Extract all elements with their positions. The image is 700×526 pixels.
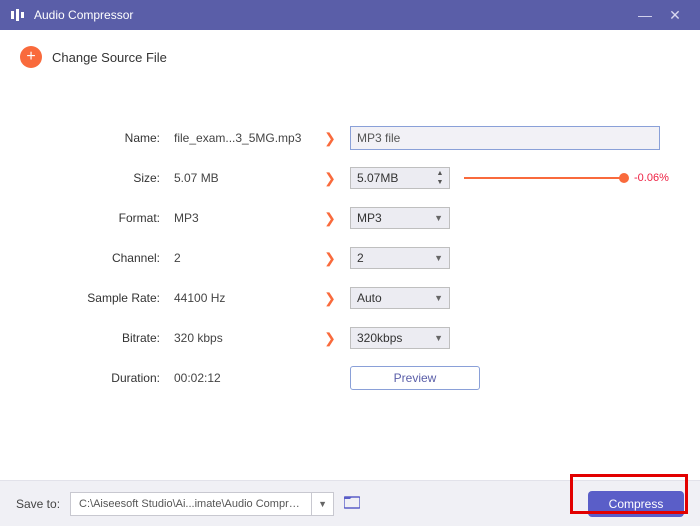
path-dropdown-button[interactable]: ▼	[311, 493, 333, 515]
bitrate-select[interactable]: 320kbps ▼	[350, 327, 450, 349]
change-source-row: + Change Source File	[0, 30, 700, 68]
channel-select[interactable]: 2 ▼	[350, 247, 450, 269]
chevron-down-icon: ▼	[434, 333, 443, 343]
row-duration: Duration: 00:02:12 Preview	[30, 358, 670, 398]
row-size: Size: 5.07 MB ❯ 5.07MB ▲ ▼ -0.06%	[30, 158, 670, 198]
label-bitrate: Bitrate:	[30, 331, 160, 345]
arrow-icon: ❯	[310, 330, 350, 347]
arrow-icon: ❯	[310, 210, 350, 227]
row-format: Format: MP3 ❯ MP3 ▼	[30, 198, 670, 238]
window-title: Audio Compressor	[34, 8, 133, 22]
label-channel: Channel:	[30, 251, 160, 265]
change-source-label[interactable]: Change Source File	[52, 50, 167, 65]
spinner-up-icon[interactable]: ▲	[433, 169, 447, 178]
value-bitrate: 320 kbps	[160, 331, 310, 345]
arrow-icon: ❯	[310, 250, 350, 267]
value-sample-rate: 44100 Hz	[160, 291, 310, 305]
arrow-icon: ❯	[310, 290, 350, 307]
title-bar: Audio Compressor — ✕	[0, 0, 700, 30]
value-duration: 00:02:12	[160, 371, 310, 385]
save-to-label: Save to:	[16, 497, 60, 511]
app-icon	[10, 7, 26, 23]
chevron-down-icon: ▼	[434, 213, 443, 223]
minimize-button[interactable]: —	[630, 7, 660, 23]
label-size: Size:	[30, 171, 160, 185]
label-duration: Duration:	[30, 371, 160, 385]
slider-thumb[interactable]	[619, 173, 629, 183]
row-sample-rate: Sample Rate: 44100 Hz ❯ Auto ▼	[30, 278, 670, 318]
row-bitrate: Bitrate: 320 kbps ❯ 320kbps ▼	[30, 318, 670, 358]
label-format: Format:	[30, 211, 160, 225]
row-name: Name: file_exam...3_5MG.mp3 ❯	[30, 118, 670, 158]
arrow-icon: ❯	[310, 170, 350, 187]
compress-button[interactable]: Compress	[588, 491, 684, 517]
format-select[interactable]: MP3 ▼	[350, 207, 450, 229]
size-slider[interactable]	[464, 177, 624, 179]
value-name: file_exam...3_5MG.mp3	[160, 131, 310, 145]
value-format: MP3	[160, 211, 310, 225]
size-spinner[interactable]: 5.07MB ▲ ▼	[350, 167, 450, 189]
form: Name: file_exam...3_5MG.mp3 ❯ Size: 5.07…	[0, 68, 700, 398]
sample-rate-select-value: Auto	[357, 291, 382, 305]
close-button[interactable]: ✕	[660, 7, 690, 24]
label-name: Name:	[30, 131, 160, 145]
chevron-down-icon: ▼	[434, 293, 443, 303]
value-channel: 2	[160, 251, 310, 265]
sample-rate-select[interactable]: Auto ▼	[350, 287, 450, 309]
arrow-icon: ❯	[310, 130, 350, 147]
value-size: 5.07 MB	[160, 171, 310, 185]
bitrate-select-value: 320kbps	[357, 331, 402, 345]
row-channel: Channel: 2 ❯ 2 ▼	[30, 238, 670, 278]
name-input[interactable]	[350, 126, 660, 150]
label-sample-rate: Sample Rate:	[30, 291, 160, 305]
spinner-down-icon[interactable]: ▼	[433, 178, 447, 187]
save-path[interactable]: C:\Aiseesoft Studio\Ai...imate\Audio Com…	[71, 498, 311, 510]
size-spinner-value: 5.07MB	[357, 171, 398, 185]
preview-button[interactable]: Preview	[350, 366, 480, 390]
save-path-box: C:\Aiseesoft Studio\Ai...imate\Audio Com…	[70, 492, 334, 516]
folder-icon[interactable]	[344, 495, 360, 512]
channel-select-value: 2	[357, 251, 364, 265]
add-icon[interactable]: +	[20, 46, 42, 68]
chevron-down-icon: ▼	[434, 253, 443, 263]
bottom-bar: Save to: C:\Aiseesoft Studio\Ai...imate\…	[0, 480, 700, 526]
size-delta: -0.06%	[634, 172, 669, 184]
format-select-value: MP3	[357, 211, 382, 225]
